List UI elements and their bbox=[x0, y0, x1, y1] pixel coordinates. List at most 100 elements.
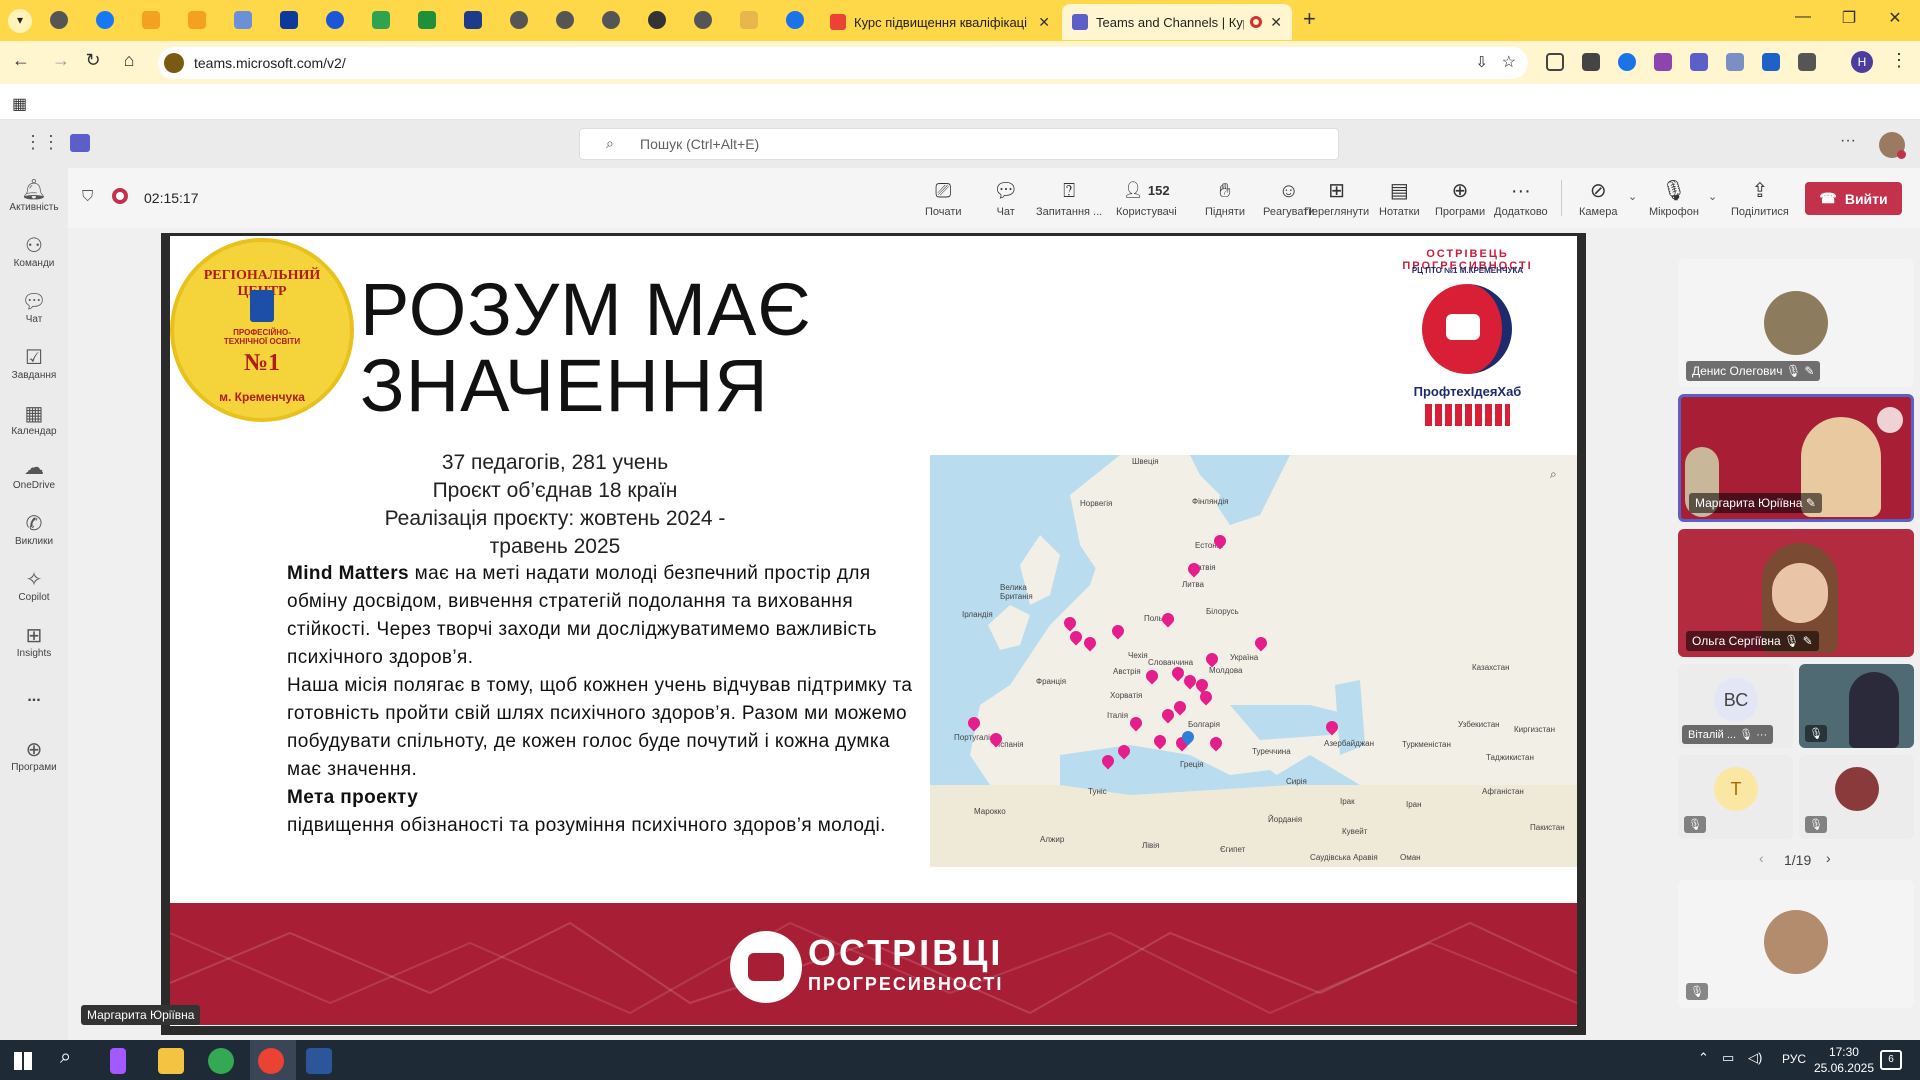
taskbar-clock[interactable]: 17:30 25.06.2025 bbox=[1814, 1044, 1874, 1076]
home-button[interactable]: ⌂ bbox=[116, 50, 142, 71]
network-icon[interactable]: ▭ bbox=[1722, 1050, 1734, 1066]
rail-calls[interactable]: ✆ Виклики bbox=[0, 512, 68, 547]
participant-tile[interactable]: T 🎙︎ bbox=[1678, 755, 1793, 839]
rail-calendar[interactable]: ▦ Календар bbox=[0, 402, 68, 437]
pinned-tab-icon[interactable] bbox=[326, 11, 344, 29]
pinned-tab-icon[interactable] bbox=[602, 11, 620, 29]
map-label: Пакистан bbox=[1530, 823, 1565, 832]
pinned-tab-icon[interactable] bbox=[740, 11, 758, 29]
extension-icon[interactable] bbox=[1690, 53, 1708, 71]
bookmark-star-icon[interactable]: ☆ bbox=[1502, 52, 1516, 72]
participant-tile[interactable]: 🎙︎ bbox=[1799, 755, 1914, 839]
participant-tile[interactable]: Денис Олегович 🎙︎ ✎ bbox=[1678, 259, 1914, 387]
forward-button[interactable]: → bbox=[48, 50, 74, 71]
pinned-tab-icon[interactable] bbox=[142, 11, 160, 29]
rail-onedrive[interactable]: ☁︎ OneDrive bbox=[0, 456, 68, 491]
more-button[interactable]: ··· Додатково bbox=[1494, 180, 1548, 218]
language-indicator[interactable]: РУС bbox=[1782, 1052, 1806, 1066]
participant-tile[interactable]: 🎙︎ bbox=[1678, 880, 1914, 1008]
rail-tasks[interactable]: ☑ Завдання bbox=[0, 346, 68, 381]
rail-chat[interactable]: 💬︎ Чат bbox=[0, 290, 68, 325]
window-close-button[interactable]: ✕ bbox=[1880, 8, 1910, 28]
qa-button[interactable]: ⍰ Запитання ... bbox=[1036, 180, 1102, 218]
new-tab-button[interactable]: + bbox=[1303, 6, 1316, 32]
apps-grid-icon[interactable]: ▦ bbox=[12, 94, 27, 114]
rail-copilot[interactable]: ✧ Copilot bbox=[0, 568, 68, 603]
puzzle-icon[interactable] bbox=[1798, 53, 1816, 71]
install-app-icon[interactable]: ⇩ bbox=[1475, 53, 1488, 71]
participant-tile[interactable]: ВС Віталій ... 🎙︎ ··· bbox=[1678, 664, 1793, 748]
extension-icon[interactable] bbox=[1654, 53, 1672, 71]
chrome-icon[interactable] bbox=[208, 1048, 234, 1074]
extension-icon[interactable] bbox=[1582, 53, 1600, 71]
tab-search-button[interactable]: ▾ bbox=[8, 9, 32, 33]
pinned-tab-icon[interactable] bbox=[694, 11, 712, 29]
rail-more[interactable]: ... bbox=[0, 688, 68, 706]
tab-teams[interactable]: Teams and Channels | Курс ✕ bbox=[1062, 4, 1292, 40]
app-launcher-icon[interactable]: ⋮⋮ bbox=[24, 132, 60, 153]
pinned-tab-icon[interactable] bbox=[510, 11, 528, 29]
taskbar-app-icon[interactable] bbox=[110, 1048, 126, 1074]
close-icon[interactable]: ✕ bbox=[1038, 14, 1050, 31]
notes-button[interactable]: ▤ Нотатки bbox=[1379, 180, 1420, 218]
pinned-tab-icon[interactable] bbox=[648, 11, 666, 29]
profile-avatar[interactable]: H bbox=[1851, 51, 1873, 73]
search-icon[interactable]: ⌕ bbox=[60, 1046, 71, 1069]
volume-icon[interactable]: ◁) bbox=[1748, 1050, 1762, 1066]
file-explorer-icon[interactable] bbox=[158, 1048, 184, 1074]
pinned-tab-icon[interactable] bbox=[234, 11, 252, 29]
pinned-tab-icon[interactable] bbox=[556, 11, 574, 29]
rail-teams[interactable]: ⚇ Команди bbox=[0, 234, 68, 269]
back-button[interactable]: ← bbox=[8, 50, 34, 71]
extension-icon[interactable] bbox=[1726, 53, 1744, 71]
extension-icon[interactable] bbox=[1618, 53, 1636, 71]
address-bar[interactable]: teams.microsoft.com/v2/ ⇩ ☆ bbox=[158, 47, 1528, 79]
chat-button[interactable]: 💬︎ Чат bbox=[993, 180, 1018, 218]
restore-button[interactable]: ❐ bbox=[1834, 8, 1864, 28]
word-icon[interactable] bbox=[306, 1048, 332, 1074]
minimize-button[interactable]: — bbox=[1788, 8, 1818, 26]
tab-course[interactable]: Курс підвищення кваліфікаці ✕ bbox=[820, 4, 1060, 40]
more-options-icon[interactable]: ··· bbox=[1840, 132, 1856, 150]
participant-tile[interactable]: Ольга Сергіївна 🎙︎ ✎ bbox=[1678, 529, 1914, 657]
pinned-tab-icon[interactable] bbox=[188, 11, 206, 29]
rail-insights[interactable]: ⊞ Insights bbox=[0, 624, 68, 659]
mic-button[interactable]: 🎙︎ Мікрофон bbox=[1649, 180, 1699, 218]
tray-chevron-icon[interactable]: ⌃ bbox=[1698, 1050, 1709, 1066]
next-page-icon[interactable]: › bbox=[1826, 850, 1831, 866]
map-zoom-icon[interactable]: ⌕ bbox=[1550, 467, 1557, 482]
shield-icon[interactable] bbox=[1762, 53, 1780, 71]
prev-page-icon[interactable]: ‹ bbox=[1759, 850, 1764, 866]
pinned-tab-icon[interactable] bbox=[418, 11, 436, 29]
notification-icon[interactable]: 6 bbox=[1880, 1050, 1902, 1070]
view-button[interactable]: ⊞ Переглянути bbox=[1304, 180, 1369, 218]
pinned-tab-icon[interactable] bbox=[372, 11, 390, 29]
facebook-icon[interactable] bbox=[96, 11, 114, 29]
chevron-down-icon[interactable]: ⌄ bbox=[1708, 190, 1717, 203]
menu-kebab-icon[interactable]: ⋮ bbox=[1886, 50, 1912, 71]
close-icon[interactable]: ✕ bbox=[1270, 14, 1282, 31]
pinned-tab-icon[interactable] bbox=[280, 11, 298, 29]
watermark-logo-icon bbox=[1877, 407, 1903, 433]
camera-button[interactable]: ⊘ Камера bbox=[1579, 180, 1617, 218]
people-button[interactable]: 👤︎ 152 Користувачі bbox=[1116, 180, 1177, 218]
present-button[interactable]: ⎚ Почати bbox=[925, 180, 962, 218]
participant-tile-active[interactable]: Маргарита Юріївна ✎ bbox=[1678, 394, 1914, 522]
raise-hand-button[interactable]: ✋︎ Підняти bbox=[1205, 180, 1245, 218]
pinned-tab-icon[interactable] bbox=[50, 11, 68, 29]
apps-button[interactable]: ⊕ Програми bbox=[1435, 180, 1485, 218]
chevron-down-icon[interactable]: ⌄ bbox=[1628, 190, 1637, 203]
rail-activity[interactable]: 🔔︎ Активність bbox=[0, 178, 68, 213]
pinned-tab-icon[interactable] bbox=[464, 11, 482, 29]
search-input[interactable]: ⌕ Пошук (Ctrl+Alt+E) bbox=[579, 128, 1339, 160]
cast-icon[interactable] bbox=[1546, 53, 1564, 71]
site-info-icon[interactable] bbox=[164, 53, 184, 73]
leave-button[interactable]: ☎︎ Вийти bbox=[1805, 182, 1902, 215]
pinned-tab-icon[interactable] bbox=[786, 11, 804, 29]
rail-apps[interactable]: ⊕ Програми bbox=[0, 738, 68, 773]
participant-tile[interactable]: 🎙︎ bbox=[1799, 664, 1914, 748]
chrome-icon[interactable] bbox=[258, 1048, 284, 1074]
reload-button[interactable]: ↻ bbox=[80, 50, 106, 71]
share-button[interactable]: ⇪ Поділитися bbox=[1731, 180, 1789, 218]
windows-start-icon[interactable] bbox=[14, 1052, 32, 1070]
